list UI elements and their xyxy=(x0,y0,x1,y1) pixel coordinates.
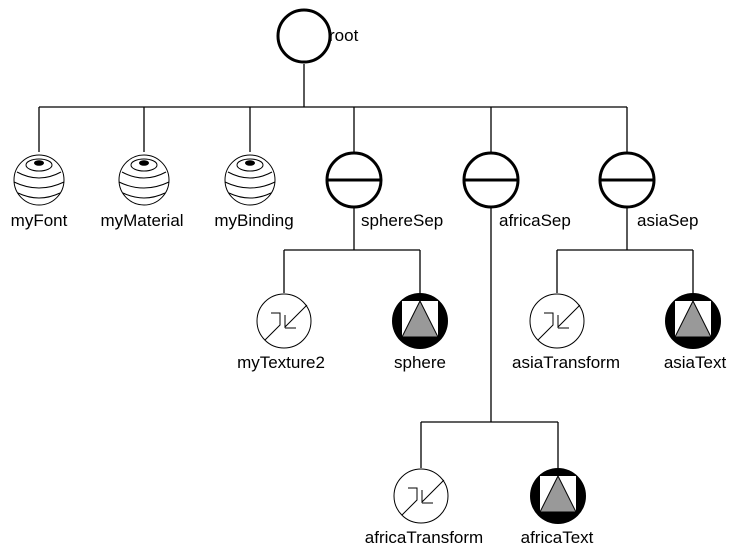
node-africaTransform: africaTransform xyxy=(365,468,483,547)
node-asiaTransform: asiaTransform xyxy=(512,293,620,372)
diagram-canvas: root myFont myMaterial myBinding sphereSep af… xyxy=(11,8,727,547)
node-asiaSep: asiaSep xyxy=(598,151,698,230)
node-myMaterial: myMaterial xyxy=(100,154,184,230)
shape-icon xyxy=(530,468,586,524)
shape-icon xyxy=(392,293,448,349)
scene-graph-diagram: root myFont myMaterial myBinding sphereSep af… xyxy=(0,0,740,553)
node-label-myBinding: myBinding xyxy=(214,211,293,230)
group-icon xyxy=(276,8,332,64)
node-myTexture2: myTexture2 xyxy=(237,293,325,372)
shape-icon xyxy=(665,293,721,349)
node-sphere: sphere xyxy=(392,293,448,372)
nodes: root myFont myMaterial myBinding sphereSep af… xyxy=(11,8,727,547)
node-label-asiaText: asiaText xyxy=(664,353,727,372)
edges xyxy=(38,64,694,468)
node-label-africaSep: africaSep xyxy=(499,211,571,230)
node-label-asiaTransform: asiaTransform xyxy=(512,353,620,372)
node-label-asiaSep: asiaSep xyxy=(637,211,698,230)
node-label-sphereSep: sphereSep xyxy=(361,211,443,230)
node-label-root: root xyxy=(329,26,359,45)
transform-icon xyxy=(393,468,449,524)
node-label-africaText: africaText xyxy=(521,528,594,547)
node-myFont: myFont xyxy=(11,154,68,230)
node-label-myFont: myFont xyxy=(11,211,68,230)
node-asiaText: asiaText xyxy=(664,293,727,372)
node-label-africaTransform: africaTransform xyxy=(365,528,483,547)
node-label-myTexture2: myTexture2 xyxy=(237,353,325,372)
node-label-myMaterial: myMaterial xyxy=(100,211,183,230)
transform-icon xyxy=(256,293,312,349)
node-sphereSep: sphereSep xyxy=(325,151,443,230)
node-root: root xyxy=(276,8,359,64)
node-myBinding: myBinding xyxy=(214,154,294,230)
node-africaText: africaText xyxy=(521,468,594,547)
node-label-sphere: sphere xyxy=(394,353,446,372)
node-africaSep: africaSep xyxy=(462,151,571,230)
property-sphere-icon xyxy=(118,154,170,206)
property-sphere-icon xyxy=(224,154,276,206)
transform-icon xyxy=(529,293,585,349)
property-sphere-icon xyxy=(13,154,65,206)
